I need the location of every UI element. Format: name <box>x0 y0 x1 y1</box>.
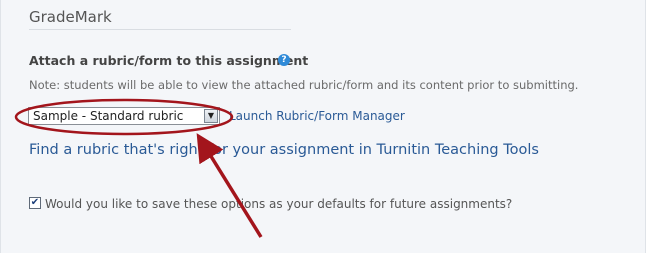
rubric-note: Note: students will be able to view the … <box>29 78 579 92</box>
launch-rubric-manager-link[interactable]: Launch Rubric/Form Manager <box>229 109 405 123</box>
save-defaults-label: Would you like to save these options as … <box>45 197 513 211</box>
rubric-select-value: Sample - Standard rubric <box>33 109 184 123</box>
chevron-down-icon[interactable]: ▼ <box>204 109 218 123</box>
rubric-heading: Attach a rubric/form to this assignment <box>29 53 309 68</box>
annotation-overlay <box>14 98 263 238</box>
save-defaults-checkbox[interactable]: ✔ <box>29 197 41 209</box>
find-rubric-link[interactable]: Find a rubric that's right for your assi… <box>29 142 539 158</box>
section-title: GradeMark <box>29 8 112 26</box>
rubric-select[interactable]: Sample - Standard rubric ▼ <box>28 107 220 125</box>
title-divider <box>29 29 291 30</box>
annotation-arrow <box>196 133 263 238</box>
grademark-panel: GradeMark Attach a rubric/form to this a… <box>0 0 646 253</box>
help-icon[interactable]: ? <box>278 54 290 66</box>
